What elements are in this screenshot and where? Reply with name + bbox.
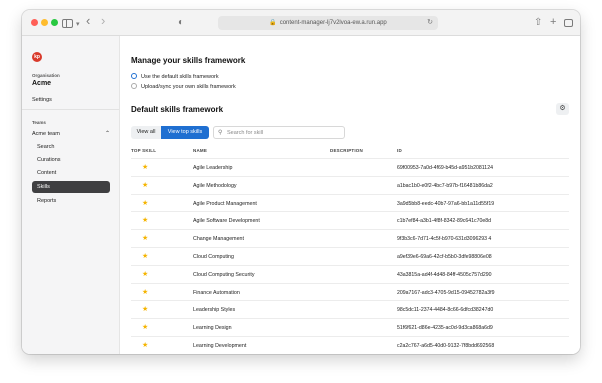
gear-icon: ⚙ — [559, 105, 566, 112]
table-row[interactable]: ★ Learning Development c2a2c767-a6d5-40d0-… — [131, 335, 569, 354]
table-row[interactable]: ★ Learning Design 51f6f621-d86e-4235-ac0d-… — [131, 318, 569, 336]
new-tab-icon[interactable]: + — [550, 15, 556, 29]
search-icon: ⚲ — [218, 130, 223, 136]
team-selector[interactable]: Acme team ⌃ — [32, 131, 110, 137]
back-arrow-icon[interactable]: ‹ — [86, 14, 90, 28]
sidebar-item-content[interactable]: Content — [32, 167, 110, 179]
search-input[interactable] — [227, 128, 342, 138]
skill-name: Change Management — [193, 236, 244, 243]
skill-id: c2a2c767-a6d5-40d0-9132-7f8bdd692568 — [397, 342, 495, 349]
view-all-button[interactable]: View all — [131, 126, 161, 139]
forward-arrow-icon[interactable]: › — [101, 14, 105, 28]
star-icon[interactable]: ★ — [142, 252, 148, 260]
option-upload-framework[interactable]: Upload/sync your own skills framework — [131, 83, 236, 91]
skill-name: Leadership Styles — [193, 307, 236, 314]
option-label: Upload/sync your own skills framework — [141, 84, 236, 90]
skill-name: Cloud Computing Security — [193, 271, 255, 278]
skill-id: 98c5dc11-2374-4484-8c66-6dfcd38247d0 — [397, 307, 494, 314]
organisation-label: Organisation — [32, 73, 60, 78]
chevron-up-icon: ⌃ — [104, 131, 110, 137]
skill-name: Agile Methodology — [193, 182, 237, 189]
teams-label: Teams — [32, 120, 46, 125]
view-top-skills-button[interactable]: View top skills — [161, 126, 209, 139]
sidebar-item-reports[interactable]: Reports — [32, 195, 110, 207]
skill-name: Finance Automation — [193, 289, 240, 296]
table-row[interactable]: ★ Agile Methodology a1bac1b0-e0f2-4bc7-b97… — [131, 175, 569, 194]
skill-name: Agile Software Development — [193, 218, 260, 225]
company-logo: kp — [32, 52, 42, 62]
skill-name: Agile Leadership — [193, 165, 233, 171]
url-text: content-manager-lj7v2lvoa-ew.a.run.app — [279, 20, 387, 26]
table-row[interactable]: ★ Cloud Computing a9ef39e6-69a6-42cf-b5b0-… — [131, 246, 569, 265]
sidebar-item-skills[interactable]: Skills — [32, 181, 110, 193]
chevron-down-icon[interactable]: ▾ — [76, 18, 80, 32]
skill-id: 209a7167-adc3-4705-9d15-09452782a3f9 — [397, 289, 495, 296]
organisation-name: Acme — [32, 80, 52, 87]
skill-name: Learning Development — [193, 342, 247, 349]
table-row[interactable]: ★ Finance Automation 209a7167-adc3-4705-9d… — [131, 282, 569, 301]
browser-toolbar: ▾ ‹ › ◐ 🔒 content-manager-lj7v2lvoa-ew.a.… — [22, 10, 580, 36]
skills-table: ★ Agile Leadership 69f00953-7a0d-4f69-b45d… — [131, 158, 569, 354]
star-icon[interactable]: ★ — [142, 270, 148, 278]
table-row[interactable]: ★ Change Management 9f3b3c6-7d71-4c5f-b970… — [131, 229, 569, 247]
sidebar-toggle-icon[interactable] — [62, 19, 73, 28]
reload-icon[interactable]: ↻ — [427, 16, 433, 30]
star-icon[interactable]: ★ — [142, 181, 148, 189]
column-header-description: DESCRIPTION — [330, 148, 363, 153]
search-field[interactable]: ⚲ — [213, 126, 345, 139]
address-bar[interactable]: 🔒 content-manager-lj7v2lvoa-ew.a.run.app … — [218, 16, 438, 30]
skill-id: c1b7ef84-a3b1-4f8f-8342-89c641c70e8d — [397, 218, 492, 225]
maximize-window-button[interactable] — [51, 19, 58, 26]
team-name: Acme team — [32, 131, 60, 137]
radio-unselected[interactable] — [131, 83, 137, 89]
skill-id: a1bac1b0-e0f2-4bc7-b97b-f16481b86da2 — [397, 182, 493, 189]
skill-id: 3a9d5bb8-eedc-40b7-97a6-bb1a11d55f19 — [397, 200, 495, 207]
star-icon[interactable]: ★ — [142, 288, 148, 296]
skill-id: a9ef39e6-69a6-42cf-b5b0-3dfe98806e08 — [397, 253, 492, 260]
table-row[interactable]: ★ Agile Product Management 3a9d5bb8-eedc-4… — [131, 193, 569, 212]
radio-selected[interactable] — [131, 73, 137, 79]
star-icon[interactable]: ★ — [142, 305, 148, 313]
option-default-framework[interactable]: Use the default skills framework — [131, 73, 219, 81]
framework-title: Manage your skills framework — [131, 56, 246, 65]
sidebar-divider — [22, 109, 119, 110]
table-row[interactable]: ★ Cloud Computing Security 43a3815a-ad4f-4… — [131, 264, 569, 283]
column-header-top-skill: TOP SKILL — [131, 148, 157, 153]
sidebar-item-settings[interactable]: Settings — [32, 97, 52, 103]
sidebar-item-curations[interactable]: Curations — [32, 154, 110, 166]
main-content: Manage your skills framework Use the def… — [120, 36, 580, 354]
table-row[interactable]: ★ Agile Software Development c1b7ef84-a3b1… — [131, 211, 569, 229]
sidebar: kp Organisation Acme Settings Teams Acme… — [22, 36, 120, 354]
column-header-name[interactable]: NAME — [193, 148, 207, 153]
table-row[interactable]: ★ Leadership Styles 98c5dc11-2374-4484-8c6… — [131, 300, 569, 318]
star-icon[interactable]: ★ — [142, 216, 148, 224]
skill-id: 9f3b3c6-7d71-4c5f-b970-631d3096293 4 — [397, 236, 492, 243]
sidebar-item-search[interactable]: Search — [32, 141, 110, 153]
star-icon[interactable]: ★ — [142, 234, 148, 242]
default-framework-title: Default skills framework — [131, 105, 224, 114]
skill-id: 51f6f621-d86e-4235-ac0d-9d3ca868a6d9 — [397, 325, 493, 332]
column-header-id: ID — [397, 148, 402, 153]
share-icon[interactable]: ⇧ — [534, 16, 542, 30]
close-window-button[interactable] — [31, 19, 38, 26]
tab-overview-icon[interactable] — [564, 19, 573, 27]
skill-name: Cloud Computing — [193, 253, 234, 260]
settings-button[interactable]: ⚙ — [556, 103, 569, 115]
skill-id: 43a3815a-ad4f-4d48-84ff-4505c757d290 — [397, 271, 492, 278]
star-icon[interactable]: ★ — [142, 199, 148, 207]
skill-name: Agile Product Management — [193, 200, 257, 207]
shield-icon[interactable]: ◐ — [178, 16, 184, 30]
lock-icon: 🔒 — [269, 20, 277, 26]
browser-window: ▾ ‹ › ◐ 🔒 content-manager-lj7v2lvoa-ew.a.… — [22, 10, 580, 354]
table-row[interactable]: ★ Agile Leadership 69f00953-7a0d-4f69-b45d… — [131, 158, 569, 176]
option-label: Use the default skills framework — [141, 74, 219, 80]
star-icon[interactable]: ★ — [142, 341, 148, 349]
star-icon[interactable]: ★ — [142, 323, 148, 331]
skill-name: Learning Design — [193, 325, 232, 332]
minimize-window-button[interactable] — [41, 19, 48, 26]
skill-id: 69f00953-7a0d-4f69-b45d-a951b2081124 — [397, 165, 493, 171]
star-icon[interactable]: ★ — [142, 163, 148, 171]
